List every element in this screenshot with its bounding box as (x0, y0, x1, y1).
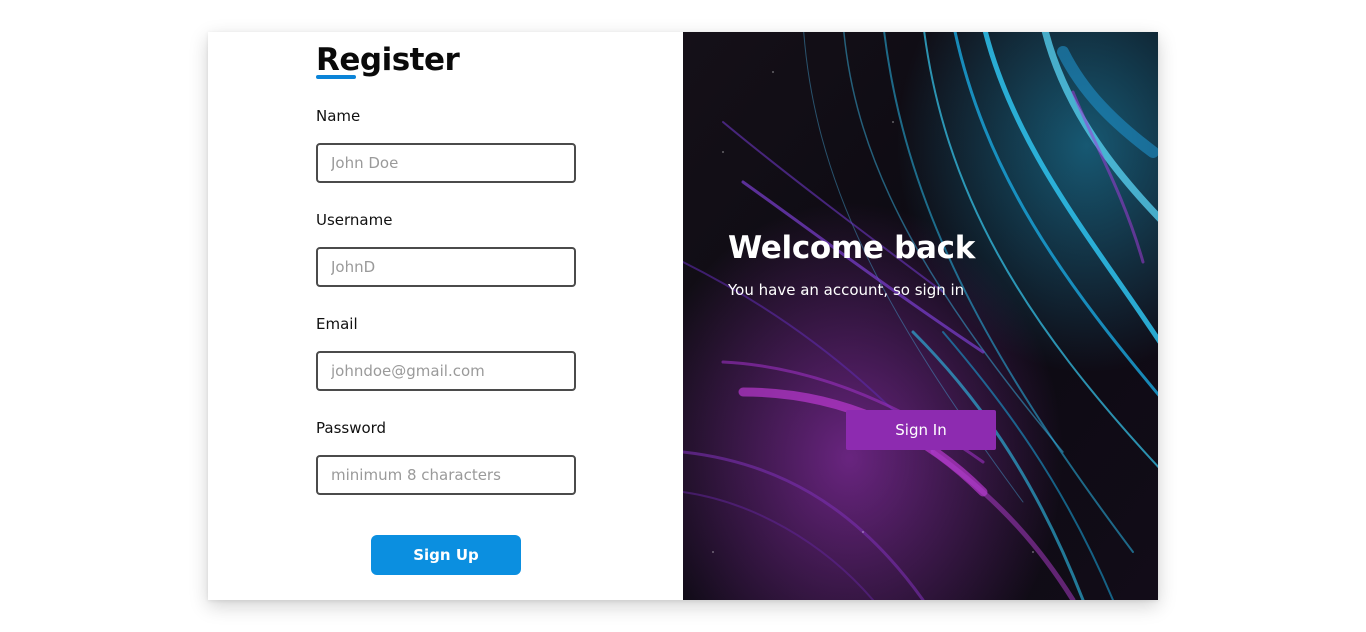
register-panel: Register Name Username Email Password Si… (208, 32, 683, 600)
welcome-panel: Welcome back You have an account, so sig… (683, 32, 1158, 600)
sign-up-button[interactable]: Sign Up (371, 535, 521, 575)
username-input[interactable] (316, 247, 576, 287)
name-input[interactable] (316, 143, 576, 183)
welcome-heading: Welcome back (728, 230, 976, 266)
username-label: Username (316, 211, 393, 229)
abstract-fluid-art (683, 32, 1158, 600)
welcome-subtext: You have an account, so sign in (728, 281, 965, 299)
name-label: Name (316, 107, 361, 125)
password-input[interactable] (316, 455, 576, 495)
sign-in-button[interactable]: Sign In (846, 410, 996, 450)
password-label: Password (316, 419, 387, 437)
email-label: Email (316, 315, 358, 333)
register-title: Register (316, 42, 460, 78)
title-underline (316, 75, 356, 79)
register-card: Register Name Username Email Password Si… (208, 32, 1158, 600)
email-input[interactable] (316, 351, 576, 391)
